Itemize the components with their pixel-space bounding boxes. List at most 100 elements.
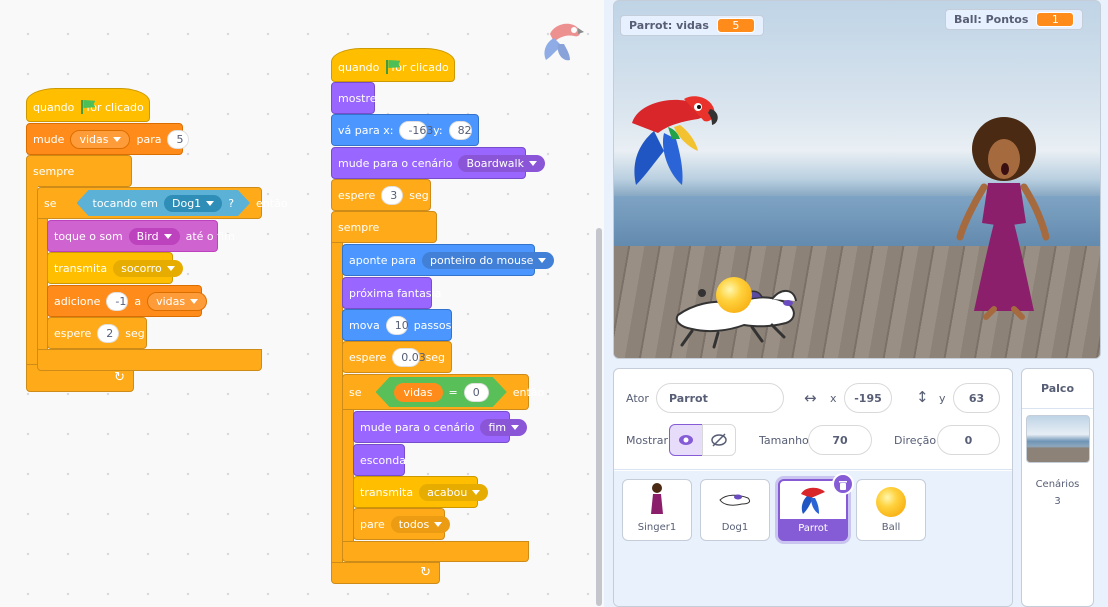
sprite-name-input[interactable]: Parrot <box>656 383 784 413</box>
sprite-thumb-ball[interactable]: Ball <box>856 479 926 541</box>
stage[interactable]: Parrot: vidas 5 Ball: Pontos 1 <box>613 0 1101 359</box>
block-text: seg <box>425 350 445 364</box>
block-text: espere <box>349 350 387 364</box>
stop-option-dropdown[interactable]: todos <box>390 515 451 533</box>
block-text: então <box>512 385 545 399</box>
horizontal-arrows-icon: ↔ <box>804 389 817 407</box>
stop-block[interactable]: pare todos <box>353 508 451 540</box>
move-steps-block[interactable]: mova 10 passos <box>342 309 452 341</box>
when-flag-clicked-block[interactable]: quando for clicado <box>331 48 455 82</box>
equals-operator-block[interactable]: vidas = 0 <box>376 377 507 407</box>
sprite-thumb-parrot[interactable]: Parrot <box>778 473 854 541</box>
script-workspace[interactable]: quando for clicado mude vidas para 5 sem… <box>0 0 604 607</box>
wait-block[interactable]: espere 2 seg <box>47 317 147 349</box>
sprite-thumb-dog1[interactable]: Dog1 <box>700 479 770 541</box>
set-variable-block[interactable]: mude vidas para 5 <box>26 123 190 155</box>
forever-block[interactable]: sempre <box>331 211 437 243</box>
touching-sensor-block[interactable]: tocando em Dog1 ? <box>77 190 251 216</box>
stage-target-pane[interactable]: Palco Cenários 3 <box>1021 368 1094 607</box>
broadcast-block[interactable]: transmita acabou <box>353 476 489 508</box>
hide-block[interactable]: esconda <box>353 444 406 476</box>
variable-monitor-lives[interactable]: Parrot: vidas 5 <box>620 15 764 36</box>
block-text: para <box>136 132 162 146</box>
y-input[interactable]: 63 <box>953 383 1000 413</box>
broadcast-message-dropdown[interactable]: acabou <box>419 483 489 501</box>
wait-block[interactable]: espere 3 seg <box>331 179 431 211</box>
forever-block[interactable]: sempre <box>26 155 132 187</box>
monitor-label: Parrot: vidas <box>629 19 709 32</box>
play-sound-until-done-block[interactable]: toque o som Bird até o fim <box>47 220 235 252</box>
sprite-thumb-label: Dog1 <box>721 522 749 533</box>
switch-backdrop-block[interactable]: mude para o cenário Boardwalk <box>331 147 545 179</box>
sprite-list: Singer1 Dog1 Parrot Ball <box>614 471 1012 606</box>
direction-input[interactable]: 0 <box>937 425 1000 455</box>
block-text: vá para x: <box>338 123 394 137</box>
wait-seconds-input[interactable]: 0.03 <box>392 347 426 367</box>
switch-backdrop-block[interactable]: mude para o cenário fim <box>353 411 528 443</box>
backdrop-thumbnail[interactable] <box>1025 415 1090 463</box>
backdrops-count: 3 <box>1054 496 1061 507</box>
block-text: seg <box>125 326 145 340</box>
next-costume-block[interactable]: próxima fantasia <box>342 277 441 309</box>
block-text: toque o som <box>54 229 123 243</box>
block-text: quando <box>338 60 380 74</box>
variable-monitor-points[interactable]: Ball: Pontos 1 <box>945 9 1084 30</box>
eye-slash-icon <box>711 433 727 447</box>
show-visible-toggle[interactable] <box>669 424 703 456</box>
eye-icon <box>679 435 693 445</box>
sound-dropdown[interactable]: Bird <box>128 227 180 245</box>
if-then-block[interactable]: se vidas = 0 então <box>342 374 544 410</box>
block-text: transmita <box>360 485 414 499</box>
block-text: tocando em <box>92 196 158 210</box>
ball-sprite[interactable] <box>716 277 752 313</box>
broadcast-block[interactable]: transmita socorro <box>47 252 183 284</box>
x-input[interactable]: -195 <box>844 383 892 413</box>
sprite-thumb-label: Parrot <box>780 519 846 539</box>
if-then-block[interactable]: se tocando em Dog1 ? então <box>37 187 288 219</box>
show-block[interactable]: mostre <box>331 82 377 114</box>
broadcast-message-dropdown[interactable]: socorro <box>113 259 183 277</box>
parrot-sprite[interactable] <box>624 93 724 193</box>
block-text: mude <box>33 132 65 146</box>
wait-seconds-input[interactable]: 2 <box>97 323 120 343</box>
forever-bottom: ↻ <box>331 562 440 584</box>
stage-pane-title: Palco <box>1022 369 1093 409</box>
variable-dropdown[interactable]: vidas <box>70 129 131 149</box>
block-text: se <box>44 196 57 210</box>
point-target-dropdown[interactable]: ponteiro do mouse <box>422 251 555 269</box>
go-to-xy-block[interactable]: vá para x: -163 y: 82 <box>331 114 479 146</box>
change-value-input[interactable]: -1 <box>106 291 129 311</box>
dog-thumb-icon <box>719 494 751 506</box>
compare-value-input[interactable]: 0 <box>464 383 489 402</box>
backdrop-dropdown[interactable]: Boardwalk <box>458 154 545 172</box>
point-towards-block[interactable]: aponte para ponteiro do mouse <box>342 244 555 276</box>
when-flag-clicked-block[interactable]: quando for clicado <box>26 88 150 122</box>
show-hidden-toggle[interactable] <box>702 424 736 456</box>
change-variable-block[interactable]: adicione -1 a vidas <box>47 285 208 317</box>
sprite-thumb-label: Ball <box>881 522 901 533</box>
sprite-thumb-singer1[interactable]: Singer1 <box>622 479 692 541</box>
monitor-value: 5 <box>716 18 755 33</box>
x-input[interactable]: -163 <box>399 120 433 140</box>
sprite-info: Ator Parrot ↔ x -195 ↕ y 63 Mostrar Tama… <box>614 369 1012 470</box>
singer-sprite[interactable] <box>954 113 1054 321</box>
backdrop-dropdown[interactable]: fim <box>480 418 528 436</box>
trash-icon <box>839 480 847 490</box>
direction-label: Direção <box>894 434 937 447</box>
if-bottom <box>37 349 262 371</box>
wait-seconds-input[interactable]: 3 <box>381 185 404 205</box>
delete-sprite-button[interactable] <box>832 473 854 495</box>
y-input[interactable]: 82 <box>448 120 472 140</box>
workspace-scrollbar[interactable] <box>596 228 602 606</box>
size-input[interactable]: 70 <box>808 425 872 455</box>
variable-dropdown[interactable]: vidas <box>147 291 208 311</box>
steps-input[interactable]: 10 <box>385 315 409 335</box>
x-label: x <box>830 392 837 405</box>
sprite-info-pane: Ator Parrot ↔ x -195 ↕ y 63 Mostrar Tama… <box>613 368 1013 607</box>
value-input[interactable]: 5 <box>167 129 190 149</box>
block-text: aponte para <box>349 253 416 267</box>
wait-block[interactable]: espere 0.03 seg <box>342 341 452 373</box>
vidas-reporter[interactable]: vidas <box>394 383 443 402</box>
parrot-thumb-icon <box>801 487 825 514</box>
touching-target-dropdown[interactable]: Dog1 <box>164 195 222 212</box>
